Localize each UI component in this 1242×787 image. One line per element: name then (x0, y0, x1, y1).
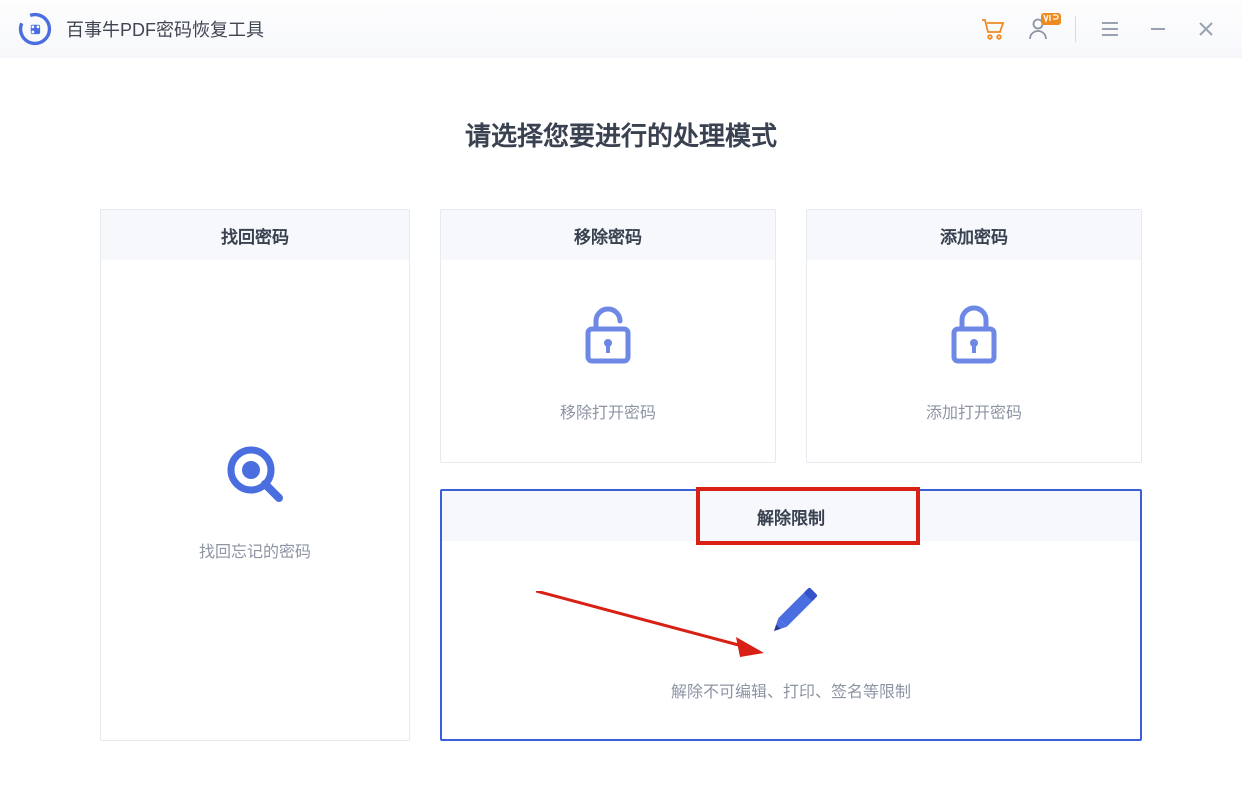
card-desc: 解除不可编辑、打印、签名等限制 (671, 678, 911, 702)
card-title: 移除密码 (441, 210, 775, 260)
page-title: 请选择您要进行的处理模式 (100, 116, 1142, 153)
card-title: 解除限制 (442, 491, 1140, 541)
mode-grid: 找回密码 找回忘记的密码 移除密码 移除打开密码 (100, 209, 1142, 741)
card-title: 找回密码 (101, 210, 409, 260)
lock-icon (938, 299, 1010, 371)
card-remove-password[interactable]: 移除密码 移除打开密码 (440, 209, 776, 463)
card-title: 添加密码 (807, 210, 1141, 260)
unlock-icon (572, 299, 644, 371)
menu-icon[interactable] (1096, 15, 1124, 43)
search-icon (219, 438, 291, 510)
titlebar-divider (1075, 16, 1076, 42)
card-add-password[interactable]: 添加密码 添加打开密码 (806, 209, 1142, 463)
minimize-icon[interactable] (1144, 15, 1172, 43)
titlebar-actions (979, 15, 1220, 43)
app-title: 百事牛PDF密码恢复工具 (66, 16, 979, 42)
card-desc: 添加打开密码 (926, 399, 1022, 423)
close-icon[interactable] (1192, 15, 1220, 43)
card-remove-restrictions[interactable]: 解除限制 解除不可编辑、打印、签名等限制 (440, 489, 1142, 741)
titlebar: 百事牛PDF密码恢复工具 (0, 0, 1242, 58)
pencil-icon (755, 578, 827, 650)
card-desc: 找回忘记的密码 (199, 538, 311, 562)
card-recover-password[interactable]: 找回密码 找回忘记的密码 (100, 209, 410, 741)
card-desc: 移除打开密码 (560, 399, 656, 423)
main-area: 请选择您要进行的处理模式 找回密码 找回忘记的密码 移除密码 (0, 58, 1242, 741)
app-logo-icon (18, 12, 52, 46)
cart-icon[interactable] (979, 15, 1007, 43)
user-vip-icon[interactable] (1027, 15, 1055, 43)
